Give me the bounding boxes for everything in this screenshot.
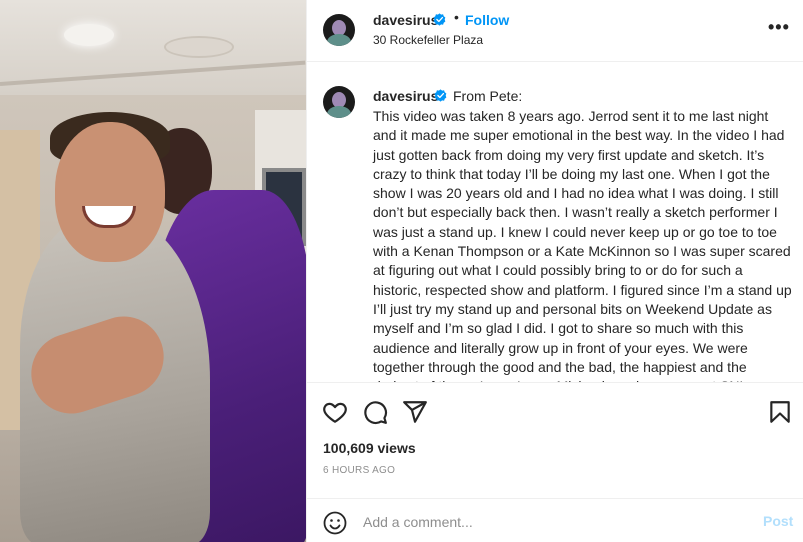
post-header: davesirus • Follow 30 Rockefeller Plaza … — [307, 0, 803, 62]
post-location[interactable]: 30 Rockefeller Plaza — [373, 33, 483, 47]
avatar[interactable] — [323, 14, 355, 46]
post-actions: 100,609 views 6 HOURS AGO Post — [307, 382, 803, 542]
avatar-body — [327, 106, 351, 118]
avatar-body — [327, 34, 351, 46]
caption-from: From Pete: — [453, 88, 523, 104]
video-ceiling-light — [64, 24, 114, 46]
video-ceiling-vent — [164, 36, 234, 58]
caption-username[interactable]: davesirus — [373, 88, 438, 104]
verified-badge-icon — [433, 13, 446, 26]
header-username[interactable]: davesirus — [373, 12, 438, 28]
verified-badge-icon — [434, 89, 447, 102]
more-options-icon[interactable]: ••• — [768, 18, 792, 40]
comment-bar: Post — [307, 498, 803, 542]
caption-area[interactable]: davesirus From Pete: This video was take… — [307, 62, 803, 382]
post-details-panel: davesirus • Follow 30 Rockefeller Plaza … — [307, 0, 803, 542]
video-person-face — [55, 122, 165, 262]
header-separator-dot: • — [454, 9, 459, 25]
share-icon[interactable] — [402, 399, 428, 425]
follow-button[interactable]: Follow — [465, 12, 509, 28]
post-comment-button[interactable]: Post — [763, 513, 793, 529]
caption-avatar[interactable] — [323, 86, 355, 118]
post-video[interactable] — [0, 0, 306, 542]
heart-icon[interactable] — [322, 399, 348, 425]
emoji-icon[interactable] — [323, 511, 347, 535]
post-timestamp[interactable]: 6 HOURS AGO — [323, 465, 395, 476]
bookmark-icon[interactable] — [767, 399, 793, 425]
caption-text: This video was taken 8 years ago. Jerrod… — [373, 108, 792, 382]
comment-input[interactable] — [363, 509, 743, 535]
comment-icon[interactable] — [362, 399, 388, 425]
view-count[interactable]: 100,609 views — [323, 440, 416, 456]
